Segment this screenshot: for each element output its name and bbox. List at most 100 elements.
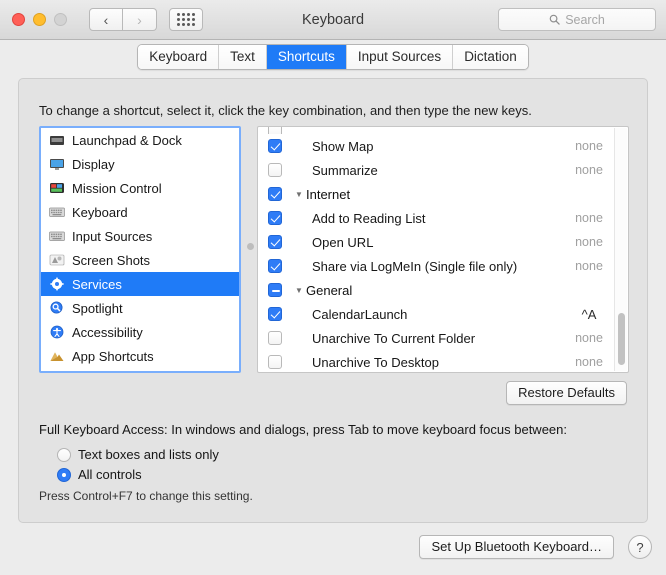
list-splitter[interactable] (244, 126, 256, 373)
shortcut-rows: Show Map none Summarize none ▼ Internet Add to… (258, 127, 628, 372)
shortcuts-panel: To change a shortcut, select it, click t… (18, 78, 648, 523)
sidebar-item-launchpad-dock[interactable]: Launchpad & Dock (41, 128, 239, 152)
checkbox-cell (258, 235, 292, 249)
shortcut-row[interactable]: Add to Reading List none (258, 206, 628, 230)
shortcut-checkbox[interactable] (268, 127, 282, 134)
shortcut-label: Internet (306, 186, 351, 202)
scrollbar-thumb[interactable] (618, 313, 625, 365)
shortcut-checkbox[interactable] (268, 307, 282, 321)
sidebar-item-label: Spotlight (72, 300, 123, 316)
sidebar-item-accessibility[interactable]: Accessibility (41, 320, 239, 344)
forward-button[interactable]: › (123, 8, 157, 31)
shortcut-row[interactable]: Unarchive To Desktop none (258, 350, 628, 372)
dock-icon (49, 133, 65, 147)
shortcut-checkbox[interactable] (268, 211, 282, 225)
shortcut-row[interactable]: CalendarLaunch ^A (258, 302, 628, 326)
sidebar-item-display[interactable]: Display (41, 152, 239, 176)
sidebar-item-input-sources[interactable]: Input Sources (41, 224, 239, 248)
sidebar-item-label: App Shortcuts (72, 348, 154, 364)
camera-icon (49, 253, 65, 267)
shortcut-row[interactable]: Unarchive To Current Folder none (258, 326, 628, 350)
shortcut-checkbox[interactable] (268, 355, 282, 369)
window-footer: Set Up Bluetooth Keyboard… ? (0, 523, 666, 575)
shortcut-row[interactable]: Show Map none (258, 134, 628, 158)
splitter-grip-icon[interactable] (247, 243, 254, 250)
accessibility-icon (49, 325, 65, 339)
control-f7-note: Press Control+F7 to change this setting. (39, 489, 253, 503)
tab-text[interactable]: Text (219, 45, 267, 69)
sidebar-item-label: Screen Shots (72, 252, 151, 268)
radio-all-controls[interactable]: All controls (57, 467, 142, 482)
sidebar-item-label: Mission Control (72, 180, 162, 196)
minimize-button[interactable] (33, 13, 46, 26)
sidebar-item-app-shortcuts[interactable]: App Shortcuts (41, 344, 239, 368)
radio-button-icon[interactable] (57, 447, 71, 462)
sidebar-item-spotlight[interactable]: Spotlight (41, 296, 239, 320)
disclosure-triangle-icon[interactable]: ▼ (292, 190, 306, 199)
shortcut-checkbox[interactable] (268, 235, 282, 249)
search-icon (549, 14, 560, 25)
sidebar-item-label: Services (72, 276, 122, 292)
radio-label: All controls (78, 467, 142, 482)
disclosure-triangle-icon[interactable]: ▼ (292, 286, 306, 295)
shortcut-list-scrollbar[interactable] (614, 128, 627, 371)
checkbox-cell (258, 307, 292, 321)
tab-shortcuts[interactable]: Shortcuts (266, 45, 347, 69)
sidebar-item-keyboard[interactable]: Keyboard (41, 200, 239, 224)
tab-keyboard[interactable]: Keyboard (138, 45, 220, 69)
shortcut-row[interactable]: Share via LogMeIn (Single file only) none (258, 254, 628, 278)
help-button[interactable]: ? (628, 535, 652, 559)
sidebar-item-label: Launchpad & Dock (72, 132, 182, 148)
input-sources-icon (49, 229, 65, 243)
shortcut-checkbox[interactable] (268, 163, 282, 177)
sidebar-item-services[interactable]: Services (41, 272, 239, 296)
shortcut-label: General (306, 282, 353, 298)
chevron-right-icon: › (137, 11, 142, 28)
set-up-bluetooth-keyboard-button[interactable]: Set Up Bluetooth Keyboard… (419, 535, 614, 559)
magnifier-icon (49, 301, 65, 315)
shortcut-label: Unarchive To Desktop (312, 354, 439, 370)
radio-text-boxes-and-lists[interactable]: Text boxes and lists only (57, 447, 219, 462)
tab-dictation[interactable]: Dictation (453, 45, 528, 69)
gear-icon (49, 277, 65, 291)
sidebar-item-screen-shots[interactable]: Screen Shots (41, 248, 239, 272)
radio-button-icon[interactable] (57, 467, 71, 482)
shortcut-checkbox[interactable] (268, 331, 282, 345)
search-input[interactable]: Search (498, 8, 656, 31)
checkbox-cell (258, 355, 292, 369)
show-all-button[interactable] (169, 8, 203, 31)
navigation-buttons: ‹ › (89, 8, 157, 31)
shortcut-checkbox[interactable] (268, 187, 282, 201)
shortcut-checkbox[interactable] (268, 259, 282, 273)
restore-defaults-button[interactable]: Restore Defaults (506, 381, 627, 405)
shortcut-group-row[interactable]: ▼ General (258, 278, 628, 302)
shortcut-row[interactable]: Open URL none (258, 230, 628, 254)
shortcut-row[interactable] (258, 127, 628, 134)
shortcut-checkbox[interactable] (268, 139, 282, 153)
checkbox-cell (258, 139, 292, 153)
category-list[interactable]: Launchpad & Dock Display Mission Control Ke… (39, 126, 241, 373)
sidebar-item-mission-control[interactable]: Mission Control (41, 176, 239, 200)
shortcut-row[interactable]: Summarize none (258, 158, 628, 182)
shortcut-checkbox[interactable] (268, 283, 282, 297)
shortcut-label: Show Map (312, 138, 374, 154)
checkbox-cell (258, 211, 292, 225)
search-placeholder: Search (565, 12, 605, 27)
full-keyboard-access-label: Full Keyboard Access: In windows and dia… (39, 422, 567, 437)
sidebar-item-label: Input Sources (72, 228, 153, 244)
shortcut-group-row[interactable]: ▼ Internet (258, 182, 628, 206)
window-titlebar: ‹ › Keyboard Search (0, 0, 666, 40)
tab-bar: Keyboard Text Shortcuts Input Sources Dictat… (0, 40, 666, 74)
mission-control-icon (49, 181, 65, 195)
tab-input-sources[interactable]: Input Sources (346, 45, 454, 69)
chevron-left-icon: ‹ (103, 11, 109, 28)
shortcut-label: Open URL (312, 234, 374, 250)
checkbox-cell (258, 331, 292, 345)
close-button[interactable] (12, 13, 25, 26)
shortcut-label: Add to Reading List (312, 210, 426, 226)
checkbox-cell (258, 259, 292, 273)
back-button[interactable]: ‹ (89, 8, 123, 31)
shortcut-label: CalendarLaunch (312, 306, 408, 322)
shortcut-list[interactable]: Show Map none Summarize none ▼ Internet Add to… (257, 126, 629, 373)
checkbox-cell (258, 283, 292, 297)
